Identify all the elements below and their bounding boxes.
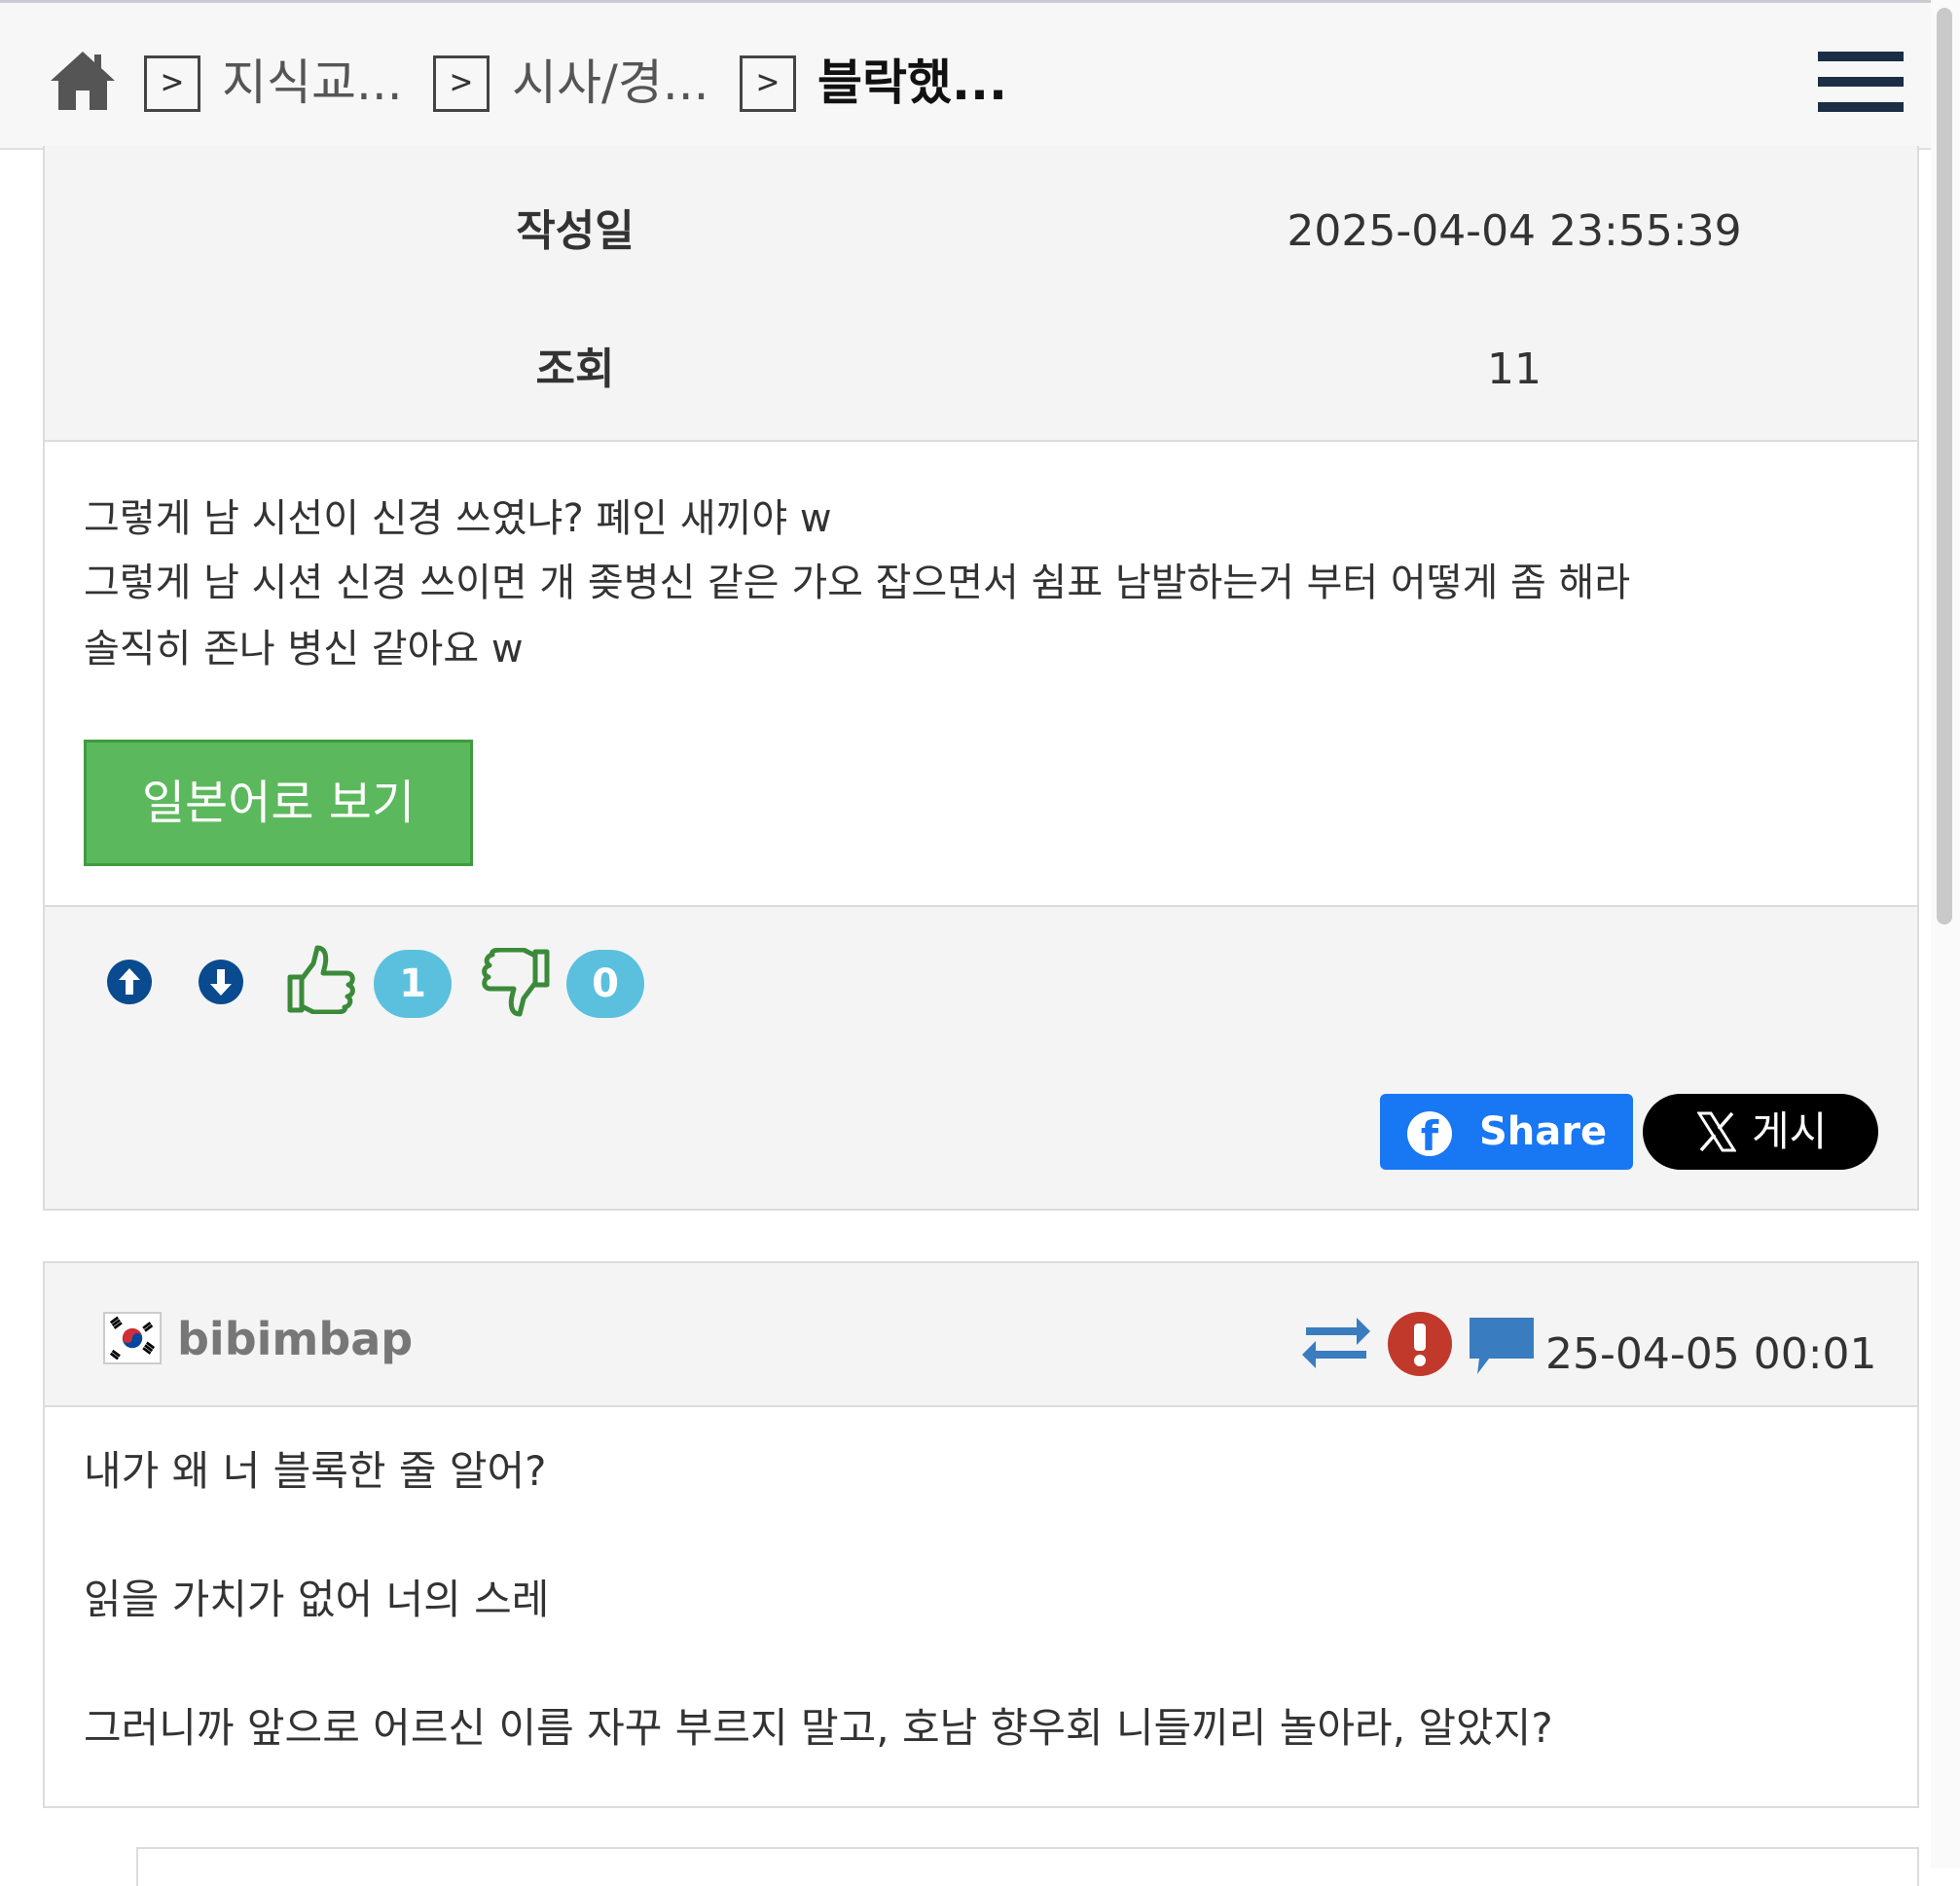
arrow-up-circle-icon[interactable] bbox=[105, 958, 154, 1006]
post-panel: 작성일 2025-04-04 23:55:39 조회 11 그렇게 남 시선이 … bbox=[43, 146, 1919, 1211]
scrollbar-thumb[interactable] bbox=[1937, 8, 1952, 925]
view-in-japanese-button[interactable]: 일본어로 보기 bbox=[84, 740, 473, 866]
meta-label-date: 작성일 bbox=[516, 206, 635, 256]
meta-value-date: 2025-04-04 23:55:39 bbox=[1287, 206, 1742, 256]
comment-date: 25-04-05 00:01 bbox=[1545, 1329, 1877, 1379]
x-logo-icon bbox=[1697, 1111, 1736, 1152]
home-icon[interactable] bbox=[49, 48, 117, 112]
breadcrumb-board[interactable]: 시사/경... bbox=[512, 52, 709, 114]
comment-header: bibimbap 25-04-05 00:01 bbox=[45, 1263, 1917, 1407]
facebook-icon: f bbox=[1407, 1111, 1452, 1160]
arrow-down-circle-icon[interactable] bbox=[197, 958, 245, 1006]
breadcrumb-current-post: 블락했... bbox=[817, 54, 1007, 111]
comment-body-line: 그러니까 앞으로 어르신 이름 자꾸 부르지 말고, 호남 향우회 니들끼리 놀… bbox=[84, 1704, 1553, 1752]
comment-body-line: 내가 왜 너 블록한 줄 알어? bbox=[84, 1447, 547, 1495]
report-exclamation-icon[interactable] bbox=[1386, 1310, 1454, 1378]
meta-row-views: 조회 11 bbox=[45, 302, 1917, 438]
meta-label-views: 조회 bbox=[535, 345, 615, 394]
meta-row-date: 작성일 2025-04-04 23:55:39 bbox=[45, 163, 1917, 300]
chevron-right-icon: > bbox=[740, 55, 796, 112]
reply-speech-icon[interactable] bbox=[1466, 1314, 1538, 1378]
swap-arrows-icon[interactable] bbox=[1300, 1312, 1372, 1374]
post-body: 그렇게 남 시선이 신경 쓰였냐? 폐인 새끼야 w 그렇게 남 시션 신경 쓰… bbox=[45, 440, 1917, 907]
comment-body-line: 읽을 가치가 없어 너의 스레 bbox=[84, 1576, 550, 1623]
x-post-label: 게시 bbox=[1752, 1107, 1828, 1155]
korea-flag-icon bbox=[103, 1312, 162, 1364]
facebook-share-button[interactable]: f Share bbox=[1380, 1094, 1633, 1170]
facebook-share-label: Share bbox=[1479, 1109, 1608, 1154]
thumbs-down-icon[interactable] bbox=[479, 948, 551, 1018]
comment-author[interactable]: bibimbap bbox=[177, 1310, 413, 1368]
x-post-button[interactable]: 게시 bbox=[1643, 1094, 1878, 1170]
thumbs-up-icon[interactable] bbox=[286, 944, 358, 1014]
post-body-line: 솔직히 존나 병신 같아요 w bbox=[84, 627, 524, 671]
like-count-badge: 1 bbox=[374, 950, 452, 1018]
post-body-line: 그렇게 남 시션 신경 쓰이면 개 좆병신 같은 가오 잡으면서 쉼표 남발하는… bbox=[84, 561, 1631, 605]
post-body-line: 그렇게 남 시선이 신경 쓰였냐? 폐인 새끼야 w bbox=[84, 496, 832, 541]
dislike-count-badge: 0 bbox=[566, 950, 644, 1018]
chevron-right-icon: > bbox=[433, 55, 490, 112]
hamburger-menu-icon[interactable] bbox=[1818, 52, 1904, 112]
chevron-right-icon: > bbox=[144, 55, 200, 112]
meta-value-views: 11 bbox=[1487, 345, 1542, 394]
top-nav-bar: > 지식교... > 시사/경... > 블락했... bbox=[0, 0, 1960, 150]
comment-card: bibimbap 25-04-05 00:01 내가 왜 너 블록한 줄 알어?… bbox=[43, 1261, 1919, 1808]
breadcrumb-category[interactable]: 지식교... bbox=[222, 52, 403, 114]
reply-box bbox=[136, 1847, 1919, 1886]
scrollbar[interactable] bbox=[1931, 0, 1960, 1868]
